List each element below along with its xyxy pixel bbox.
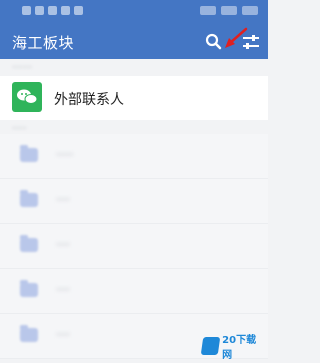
watermark-text: 20下载网 <box>222 335 257 361</box>
status-bar <box>0 0 268 24</box>
external-contacts-label: 外部联系人 <box>54 92 124 108</box>
status-icons-left <box>22 6 83 15</box>
group-label: ····· <box>56 148 74 161</box>
section-label-groups: ····· <box>12 124 27 134</box>
status-icons-right <box>200 6 258 15</box>
group-item[interactable]: ···· <box>0 224 268 269</box>
group-label: ···· <box>56 283 70 296</box>
folder-icon <box>20 190 38 207</box>
watermark-logo-icon <box>200 337 221 355</box>
group-label: ···· <box>56 193 70 206</box>
section-label-external: ······· <box>12 63 33 73</box>
wechat-icon <box>12 82 42 112</box>
group-list: ····· ···· ···· ···· ···· <box>0 134 268 359</box>
folder-icon <box>20 235 38 252</box>
group-item[interactable]: ···· <box>0 269 268 314</box>
page-title: 海工板块 <box>12 34 75 52</box>
group-label: ···· <box>56 328 70 341</box>
app-header: 海工板块 <box>0 24 268 59</box>
filter-icon <box>243 35 259 49</box>
watermark: 20下载网 <box>200 333 264 361</box>
folder-icon <box>20 280 38 297</box>
group-item[interactable]: ···· <box>0 179 268 224</box>
group-item[interactable]: ····· <box>0 134 268 179</box>
folder-icon <box>20 325 38 342</box>
folder-icon <box>20 145 38 162</box>
group-label: ···· <box>56 238 70 251</box>
external-contacts-item[interactable]: 外部联系人 <box>0 76 268 120</box>
filter-button[interactable] <box>240 31 262 53</box>
